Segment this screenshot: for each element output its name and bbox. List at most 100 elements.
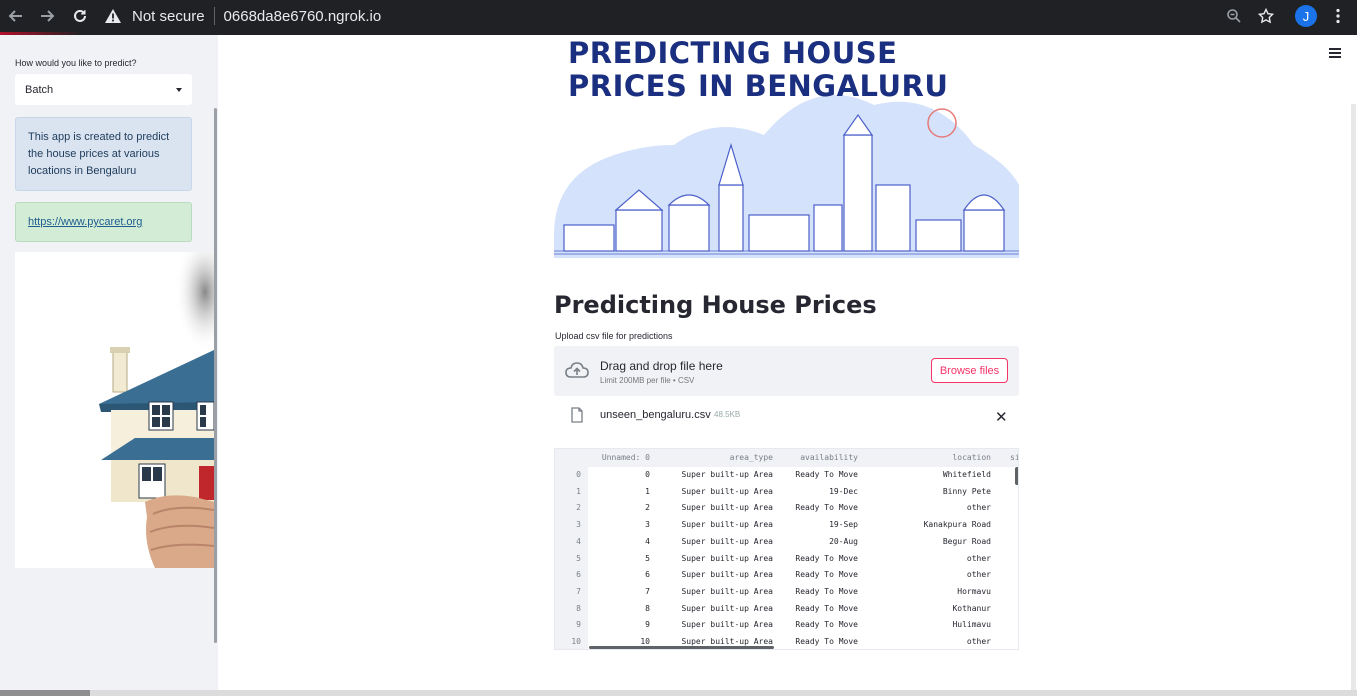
dataframe-index-column — [555, 467, 588, 649]
table-cell[interactable]: 3 — [645, 520, 650, 529]
column-header[interactable]: availability — [800, 453, 858, 462]
table-cell[interactable]: Super built-up Area — [681, 604, 773, 613]
kebab-menu-icon — [1336, 8, 1340, 24]
table-cell[interactable]: Super built-up Area — [681, 537, 773, 546]
table-cell[interactable]: Ready To Move — [795, 637, 858, 646]
table-cell[interactable]: Super built-up Area — [681, 637, 773, 646]
dataframe-vertical-scrollbar[interactable] — [1015, 467, 1018, 485]
table-cell[interactable]: Ready To Move — [795, 570, 858, 579]
table-cell[interactable]: 20-Aug — [829, 537, 858, 546]
column-header[interactable]: si — [1010, 453, 1018, 462]
table-cell[interactable]: Begur Road — [943, 537, 991, 546]
table-cell[interactable]: 1 — [645, 487, 650, 496]
table-cell[interactable]: other — [967, 503, 991, 512]
table-cell[interactable]: 10 — [640, 637, 650, 646]
row-index: 2 — [576, 503, 581, 513]
predict-mode-select[interactable]: Batch — [15, 74, 192, 105]
row-index: 8 — [576, 603, 581, 613]
dataframe[interactable]: Unnamed: 0 area_type availability location s… — [554, 448, 1019, 650]
table-cell[interactable]: 7 — [645, 587, 650, 596]
browse-files-button[interactable]: Browse files — [931, 358, 1008, 383]
address-bar[interactable]: Not secure 0668da8e6760.ngrok.io — [104, 0, 381, 32]
sidebar: How would you like to predict? Batch Thi… — [0, 35, 218, 690]
row-index: 4 — [576, 536, 581, 546]
security-label[interactable]: Not secure — [132, 8, 205, 25]
house-in-hand-image — [15, 252, 214, 568]
zoom-button[interactable] — [1222, 4, 1246, 28]
reload-icon — [74, 9, 86, 22]
dropzone-limit: Limit 200MB per file • CSV — [600, 376, 695, 385]
predict-mode-value: Batch — [25, 83, 54, 96]
table-cell[interactable]: Super built-up Area — [681, 470, 773, 479]
main-scrollbar[interactable] — [1351, 104, 1356, 696]
row-index: 3 — [576, 520, 581, 530]
table-cell[interactable]: Ready To Move — [795, 620, 858, 629]
remove-file-icon[interactable]: ✕ — [995, 408, 1008, 426]
bookmark-button[interactable] — [1254, 4, 1278, 28]
row-index: 6 — [576, 570, 581, 580]
browser-menu-button[interactable] — [1326, 4, 1350, 28]
row-index: 5 — [576, 553, 581, 563]
horizontal-scrollbar[interactable] — [0, 690, 1357, 696]
banner-title-overlay: PREDICTING HOUSE PRICES IN BENGALURU — [568, 37, 948, 103]
upload-label: Upload csv file for predictions — [555, 331, 673, 341]
table-cell[interactable]: 6 — [645, 570, 650, 579]
table-cell[interactable]: other — [967, 554, 991, 563]
browser-toolbar: Not secure 0668da8e6760.ngrok.io J — [0, 0, 1357, 32]
dropzone-title: Drag and drop file here — [600, 359, 723, 373]
table-cell[interactable]: Ready To Move — [795, 554, 858, 563]
table-cell[interactable]: Super built-up Area — [681, 554, 773, 563]
table-cell[interactable]: Ready To Move — [795, 503, 858, 512]
table-cell[interactable]: other — [967, 570, 991, 579]
column-header[interactable]: area_type — [730, 453, 773, 462]
row-index: 7 — [576, 586, 581, 596]
column-header[interactable]: location — [952, 453, 991, 462]
magnifier-icon — [1227, 9, 1241, 23]
table-cell[interactable]: other — [967, 637, 991, 646]
back-button[interactable] — [4, 4, 28, 28]
table-cell[interactable]: Whitefield — [943, 470, 991, 479]
hamburger-menu-icon[interactable] — [1329, 48, 1341, 58]
table-cell[interactable]: Ready To Move — [795, 587, 858, 596]
table-cell[interactable]: Super built-up Area — [681, 620, 773, 629]
table-cell[interactable]: Super built-up Area — [681, 587, 773, 596]
row-index: 0 — [576, 470, 581, 479]
table-cell[interactable]: Super built-up Area — [681, 520, 773, 529]
table-cell[interactable]: 2 — [645, 503, 650, 512]
table-cell[interactable]: Hormavu — [957, 587, 991, 596]
cloud-upload-icon — [565, 362, 589, 378]
url-text[interactable]: 0668da8e6760.ngrok.io — [224, 8, 382, 25]
table-cell[interactable]: 8 — [645, 604, 650, 613]
profile-avatar[interactable]: J — [1295, 5, 1317, 27]
column-header[interactable]: Unnamed: 0 — [602, 453, 650, 462]
table-cell[interactable]: Super built-up Area — [681, 570, 773, 579]
reload-button[interactable] — [68, 4, 92, 28]
banner-image: PREDICTING HOUSE PRICES IN BENGALURU — [554, 35, 1019, 258]
table-cell[interactable]: 19-Sep — [829, 520, 858, 529]
table-cell[interactable]: Super built-up Area — [681, 487, 773, 496]
table-cell[interactable]: 9 — [645, 620, 650, 629]
table-cell[interactable]: 5 — [645, 554, 650, 563]
forward-button[interactable] — [35, 4, 59, 28]
table-cell[interactable]: Kothanur — [952, 604, 991, 613]
warning-icon[interactable] — [104, 7, 122, 25]
table-cell[interactable]: Ready To Move — [795, 470, 858, 479]
sidebar-scrollbar[interactable] — [214, 108, 217, 643]
pycaret-link[interactable]: https://www.pycaret.org — [28, 216, 142, 228]
file-dropzone[interactable]: Drag and drop file here Limit 200MB per … — [554, 346, 1019, 396]
forward-arrow-icon — [41, 10, 55, 22]
table-cell[interactable]: Binny Pete — [943, 487, 991, 496]
star-icon — [1258, 8, 1274, 24]
table-cell[interactable]: 4 — [645, 537, 650, 546]
link-box: https://www.pycaret.org — [15, 202, 192, 242]
table-cell[interactable]: Kanakpura Road — [924, 520, 991, 529]
dataframe-horizontal-scrollbar[interactable] — [589, 646, 774, 649]
table-cell[interactable]: Hulimavu — [952, 620, 991, 629]
table-cell[interactable]: 0 — [645, 470, 650, 479]
table-cell[interactable]: Ready To Move — [795, 604, 858, 613]
banner-title-line2: PRICES IN BENGALURU — [568, 69, 949, 103]
caret-down-icon — [176, 87, 182, 92]
table-cell[interactable]: Super built-up Area — [681, 503, 773, 512]
table-cell[interactable]: 19-Dec — [829, 487, 858, 496]
file-name: unseen_bengaluru.csv — [600, 409, 711, 421]
